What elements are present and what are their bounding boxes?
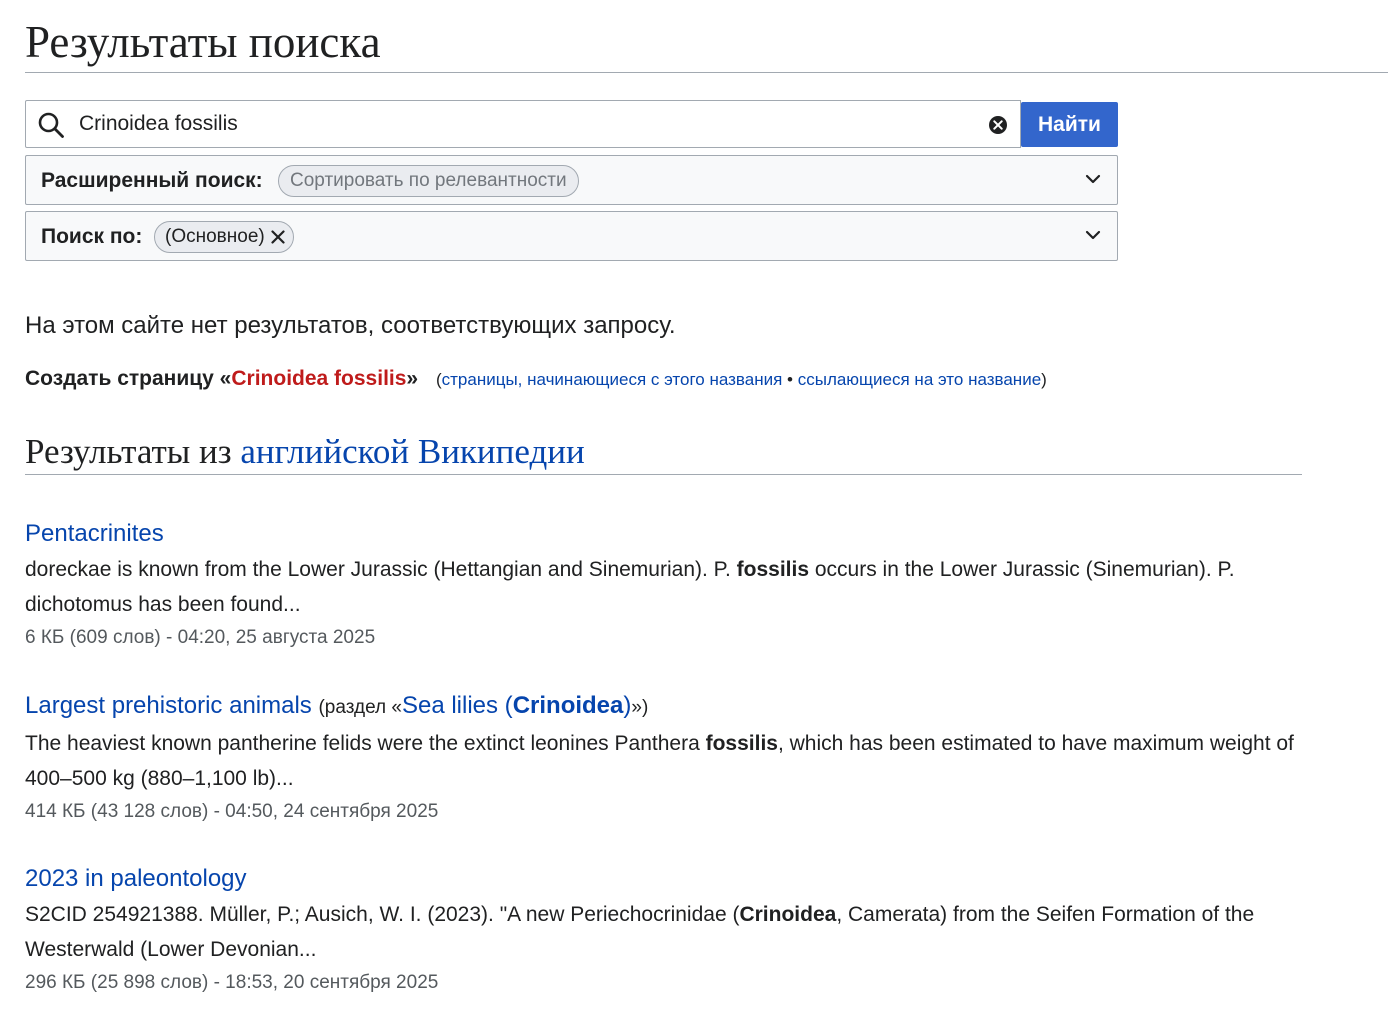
sort-chip[interactable]: Сортировать по релевантности [278, 165, 579, 197]
page-title: Результаты поиска [25, 17, 381, 67]
result-meta: 414 КБ (43 128 слов) - 04:50, 24 сентябр… [25, 801, 439, 822]
no-results-message: На этом сайте нет результатов, соответст… [25, 312, 676, 339]
result-snippet: The heaviest known pantherine felids wer… [25, 726, 1315, 796]
snippet-text: The heaviest known pantherine felids wer… [25, 732, 706, 755]
namespace-chip[interactable]: (Основное) [154, 221, 294, 253]
result-section: (раздел «Sea lilies (Crinoidea)») [318, 692, 649, 719]
create-suffix: » [406, 367, 419, 390]
section-suffix: ») [631, 697, 649, 718]
result-title-link[interactable]: 2023 in paleontology [25, 865, 247, 892]
result-title: Largest prehistoric animals (раздел «Sea… [25, 691, 1315, 723]
search-icon [38, 112, 64, 138]
search-result: Pentacrinites doreckae is known from the… [25, 519, 1315, 652]
result-title-link[interactable]: Largest prehistoric animals [25, 692, 312, 719]
close-icon[interactable] [271, 230, 285, 244]
result-title-link[interactable]: Pentacrinites [25, 520, 164, 547]
section-link-text: Sea lilies ( [401, 692, 513, 719]
advanced-search-label: Расширенный поиск: [41, 169, 263, 192]
snippet-text: S2CID 254921388. Müller, P.; Ausich, W. … [25, 903, 740, 926]
interwiki-divider [25, 474, 1302, 475]
search-input[interactable] [79, 101, 979, 147]
result-meta: 6 КБ (609 слов) - 04:20, 25 августа 2025 [25, 627, 376, 648]
create-extra-links: (страницы, начинающиеся с этого названия… [436, 370, 1047, 389]
result-title: Pentacrinites [25, 519, 1315, 549]
result-title: 2023 in paleontology [25, 864, 1315, 894]
title-divider [25, 72, 1388, 73]
close-paren: ) [1041, 370, 1047, 389]
section-prefix: (раздел « [318, 697, 402, 718]
create-prefix: Создать страницу « [25, 367, 232, 390]
search-result: 2023 in paleontology S2CID 254921388. Mü… [25, 864, 1315, 997]
interwiki-wiki-link[interactable]: английской Википедии [240, 432, 584, 471]
create-page-line: Создать страницу «Crinoidea fossilis» (с… [25, 366, 1047, 393]
interwiki-heading: Результаты из английской Википедии [25, 428, 585, 476]
search-result: Largest prehistoric animals (раздел «Sea… [25, 691, 1315, 826]
create-page-link[interactable]: Crinoidea fossilis [231, 367, 406, 390]
clear-icon[interactable] [988, 115, 1008, 135]
result-snippet: doreckae is known from the Lower Jurassi… [25, 552, 1315, 622]
section-link-match: Crinoidea [512, 692, 624, 719]
prefix-index-link[interactable]: страницы, начинающиеся с этого названия [442, 370, 783, 389]
what-links-here-link[interactable]: ссылающиеся на это название [798, 370, 1041, 389]
separator: • [782, 370, 798, 389]
chevron-down-icon[interactable] [1085, 173, 1101, 185]
result-meta: 296 КБ (25 898 слов) - 18:53, 20 сентябр… [25, 972, 439, 993]
search-button[interactable]: Найти [1021, 102, 1118, 147]
snippet-match: fossilis [736, 558, 810, 581]
snippet-match: fossilis [705, 732, 778, 755]
section-link[interactable]: Sea lilies (Crinoidea) [402, 692, 631, 719]
snippet-match: Crinoidea [739, 903, 837, 926]
chevron-down-icon[interactable] [1085, 229, 1101, 241]
namespace-label: Поиск по: [41, 225, 143, 248]
namespace-toggle[interactable]: Поиск по: (Основное) [25, 211, 1118, 261]
search-box [25, 100, 1021, 148]
interwiki-heading-prefix: Результаты из [25, 432, 241, 471]
advanced-search-toggle[interactable]: Расширенный поиск: Сортировать по релева… [25, 155, 1118, 205]
result-snippet: S2CID 254921388. Müller, P.; Ausich, W. … [25, 897, 1315, 967]
namespace-chip-label: (Основное) [165, 226, 265, 247]
snippet-text: doreckae is known from the Lower Jurassi… [25, 558, 737, 581]
